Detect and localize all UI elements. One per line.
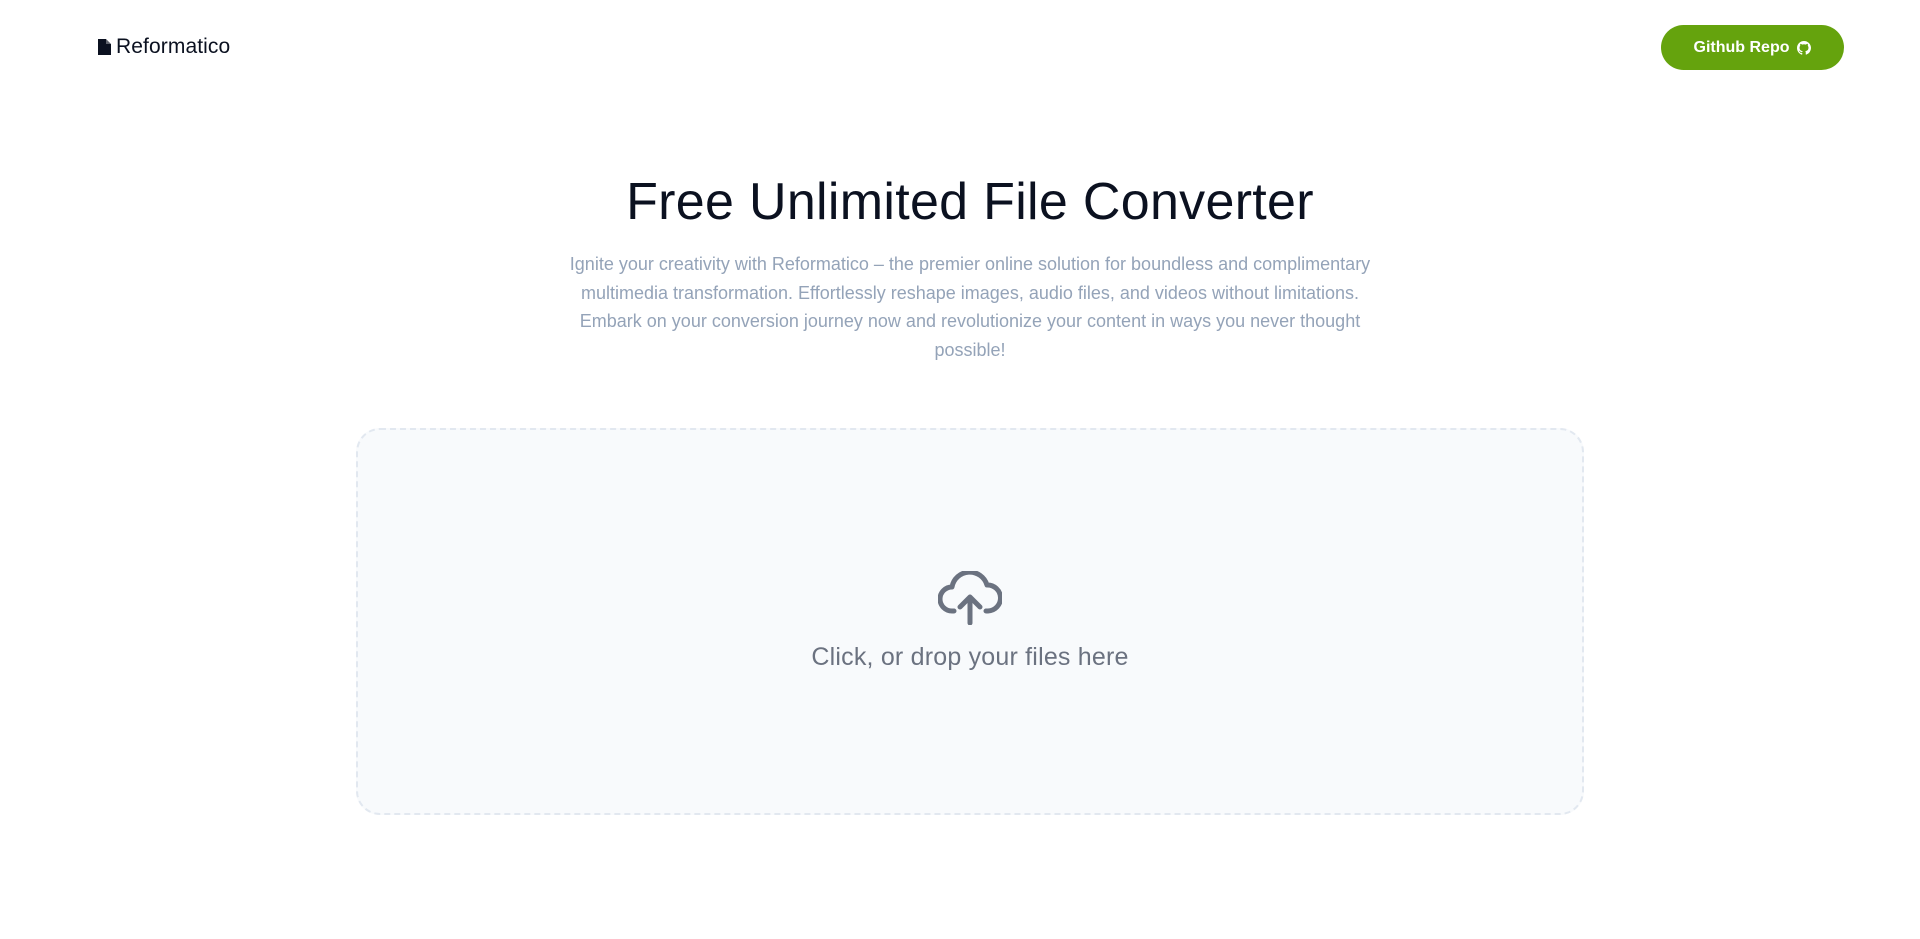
github-repo-button[interactable]: Github Repo <box>1661 25 1844 70</box>
logo[interactable]: Reformatico <box>98 33 230 61</box>
cloud-upload-icon <box>938 571 1002 625</box>
github-icon <box>1797 40 1812 55</box>
file-dropzone[interactable]: Click, or drop your files here <box>356 428 1584 815</box>
github-button-label: Github Repo <box>1693 38 1790 56</box>
page-description: Ignite your creativity with Reformatico … <box>569 254 1371 360</box>
logo-text: Reformatico <box>116 35 231 58</box>
header: Reformatico Github Repo <box>0 0 1920 96</box>
page-title: Free Unlimited File Converter <box>626 173 1314 231</box>
dropzone-label: Click, or drop your files here <box>811 643 1129 671</box>
file-icon <box>98 39 111 55</box>
